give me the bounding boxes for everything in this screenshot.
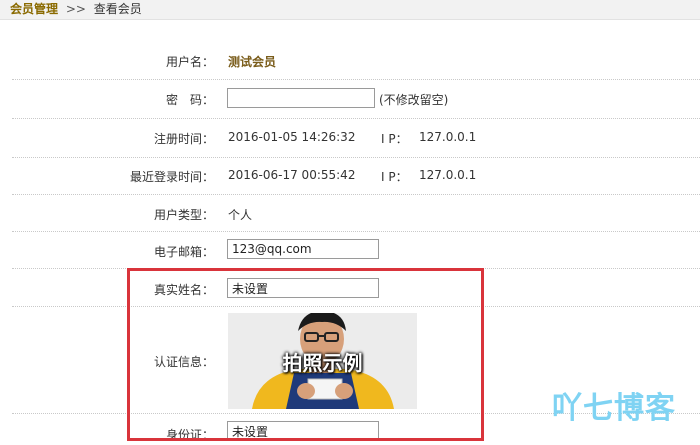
username-value: 测试会员 — [228, 55, 277, 69]
register-time-value: 2016-01-05 14:26:32 — [228, 130, 356, 144]
last-login-label: 最近登录时间： — [129, 170, 214, 184]
row-register-time: 注册时间： 2016-01-05 14:26:32 I P： 127.0.0.1 — [12, 119, 700, 158]
email-input[interactable] — [227, 239, 379, 259]
user-type-value: 个人 — [228, 208, 253, 222]
breadcrumb-root-link[interactable]: 会员管理 — [10, 2, 58, 16]
breadcrumb-bar: 会员管理 >> 查看会员 — [0, 0, 700, 20]
password-hint: (不修改留空) — [379, 93, 449, 107]
register-ip-value: 127.0.0.1 — [419, 130, 477, 144]
row-last-login: 最近登录时间： 2016-06-17 00:55:42 I P： 127.0.0… — [12, 158, 700, 195]
last-login-ip-value: 127.0.0.1 — [419, 168, 477, 182]
email-label: 电子邮箱： — [153, 245, 214, 259]
register-ip-label: I P： — [381, 132, 408, 146]
last-login-value: 2016-06-17 00:55:42 — [228, 168, 356, 182]
user-type-label: 用户类型： — [153, 208, 214, 222]
watermark: 吖七博客 — [552, 391, 676, 426]
password-input[interactable] — [227, 88, 375, 108]
breadcrumb-current: 查看会员 — [93, 2, 142, 16]
register-time-label: 注册时间： — [153, 132, 214, 146]
last-login-ip-label: I P： — [381, 170, 408, 184]
row-username: 用户名： 测试会员 — [12, 41, 700, 80]
password-label: 密 码： — [165, 93, 214, 107]
username-label: 用户名： — [165, 55, 214, 69]
breadcrumb: 会员管理 >> 查看会员 — [10, 0, 142, 19]
row-user-type: 用户类型： 个人 — [12, 195, 700, 232]
highlight-box — [127, 268, 484, 441]
breadcrumb-separator: >> — [65, 2, 86, 16]
